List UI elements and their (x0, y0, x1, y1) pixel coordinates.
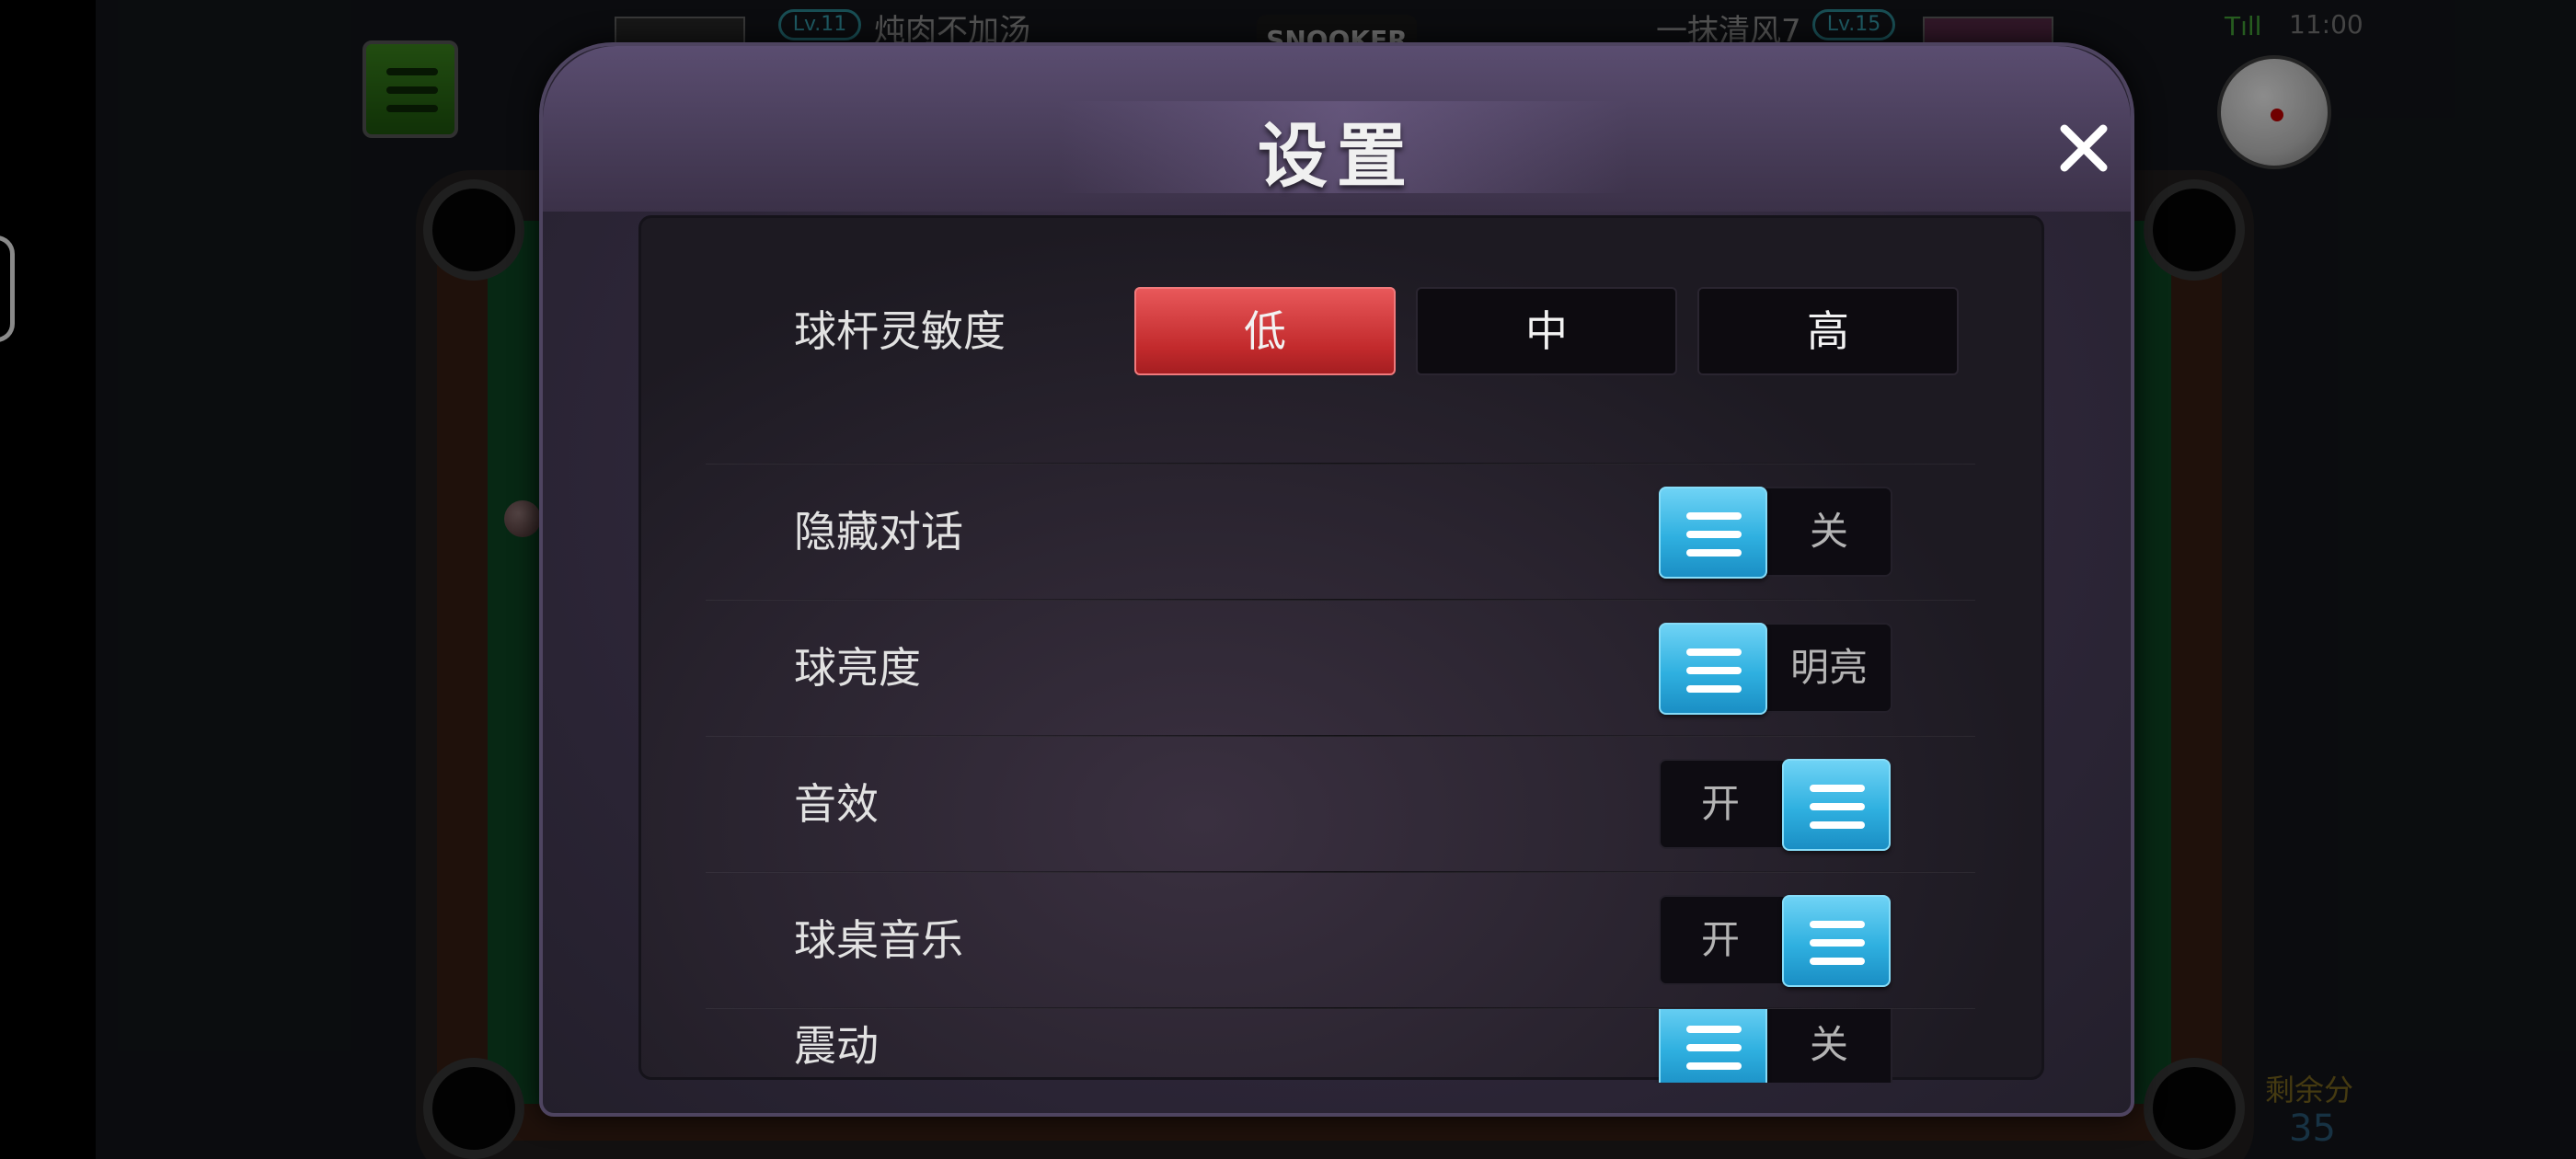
table-music-toggle[interactable]: 开 (1659, 895, 1892, 987)
ball-brightness-toggle[interactable]: 明亮 (1659, 623, 1892, 715)
setting-row-table-music: 球桌音乐 开 (641, 873, 2041, 1007)
setting-row-sound-effects: 音效 开 (641, 737, 2041, 871)
hide-chat-toggle[interactable]: 关 (1659, 487, 1892, 579)
close-icon[interactable] (2052, 116, 2116, 180)
settings-panel: 球杆灵敏度 低 中 高 隐藏对话 关 球亮度 明亮 音效 开 球桌音乐 开 震动… (638, 215, 2044, 1083)
setting-label: 球杆灵敏度 (794, 306, 1006, 356)
sensitivity-option-low[interactable]: 低 (1134, 287, 1396, 375)
toggle-knob-icon (1659, 487, 1767, 579)
toggle-off-text: 关 (1809, 1022, 1848, 1067)
setting-label: 震动 (794, 1021, 879, 1071)
setting-row-hide-chat: 隐藏对话 关 (641, 465, 2041, 599)
toggle-knob-icon (1659, 1009, 1767, 1083)
dialog-title: 设置 (1258, 115, 1416, 197)
vibration-toggle[interactable]: 关 (1659, 1009, 1892, 1083)
sound-effects-toggle[interactable]: 开 (1659, 759, 1892, 851)
sensitivity-option-high[interactable]: 高 (1697, 287, 1959, 375)
setting-label: 音效 (794, 779, 879, 829)
setting-row-vibration: 震动 关 (641, 1009, 2041, 1083)
setting-label: 球桌音乐 (794, 915, 963, 965)
side-handle[interactable] (0, 235, 15, 342)
toggle-knob-icon (1659, 623, 1767, 715)
setting-row-ball-brightness: 球亮度 明亮 (641, 601, 2041, 735)
screen-edge (0, 0, 96, 1159)
toggle-on-text: 开 (1700, 917, 1740, 962)
toggle-off-text: 关 (1809, 509, 1848, 554)
setting-label: 隐藏对话 (794, 507, 963, 557)
settings-dialog: 设置 球杆灵敏度 低 中 高 隐藏对话 关 球亮度 明亮 音效 开 球桌音乐 开… (539, 42, 2134, 1117)
toggle-knob-icon (1782, 895, 1891, 987)
sensitivity-option-medium[interactable]: 中 (1416, 287, 1677, 375)
setting-label: 球亮度 (794, 643, 921, 693)
toggle-on-text: 开 (1700, 781, 1740, 826)
setting-row-cue-sensitivity: 球杆灵敏度 低 中 高 (641, 264, 2041, 398)
toggle-knob-icon (1782, 759, 1891, 851)
toggle-off-text: 明亮 (1789, 645, 1868, 690)
